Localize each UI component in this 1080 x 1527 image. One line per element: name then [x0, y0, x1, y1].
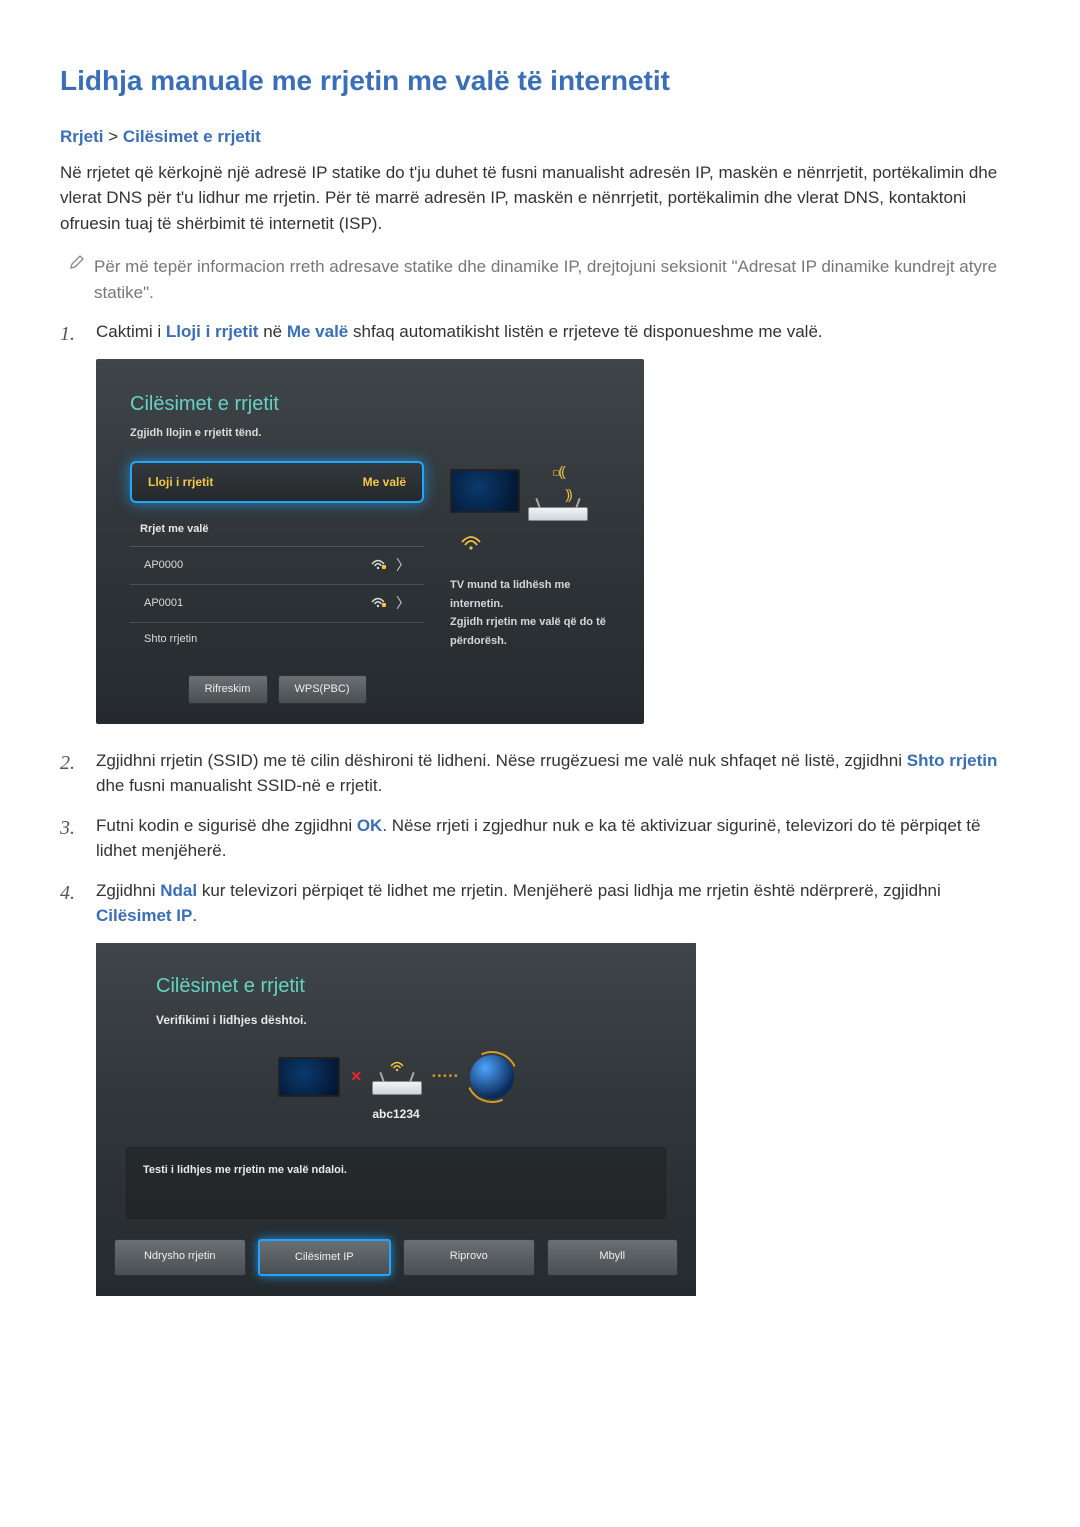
- intro-text: Në rrjetet që kërkojnë një adresë IP sta…: [60, 160, 1020, 237]
- router-icon: [528, 507, 588, 521]
- tv-subtitle: Zgjidh llojin e rrjetit tënd.: [130, 425, 610, 442]
- wifi-signal-right-icon: )): [565, 484, 570, 505]
- ap-name: AP0000: [144, 557, 183, 574]
- step-1: Caktimi i Lloji i rrjetit në Me valë shf…: [60, 319, 1020, 724]
- tv-screenshot-connection-failed: Cilësimet e rrjetit Verifikimi i lidhjes…: [96, 943, 696, 1296]
- tv-title: Cilësimet e rrjetit: [156, 971, 636, 1001]
- ssid-label: abc1234: [156, 1105, 636, 1123]
- breadcrumb-sep: >: [103, 127, 122, 146]
- breadcrumb: Rrjeti > Cilësimet e rrjetit: [60, 124, 1020, 150]
- help-text-1: TV mund ta lidhësh me internetin.: [450, 576, 610, 613]
- add-network[interactable]: Shto rrjetin: [130, 623, 424, 656]
- connection-diagram: ✕ •••••: [156, 1055, 636, 1099]
- status-message-box: Testi i lidhjes me rrjetin me valë ndalo…: [126, 1147, 666, 1220]
- network-type-selector[interactable]: Lloji i rrjetit Me valë: [130, 461, 424, 503]
- tv-subtitle: Verifikimi i lidhjes dështoi.: [156, 1011, 636, 1029]
- step-4: Zgjidhni Ndal kur televizori përpiqet të…: [60, 878, 1020, 1296]
- step-text: shfaq automatikisht listën e rrjeteve të…: [348, 322, 822, 341]
- wps-button[interactable]: WPS(PBC): [278, 675, 367, 704]
- step-text: Zgjidhni rrjetin (SSID) me të cilin dësh…: [96, 751, 907, 770]
- retry-button[interactable]: Riprovo: [403, 1239, 535, 1276]
- wifi-lock-icon: [370, 555, 386, 576]
- tv-icon: [278, 1057, 340, 1097]
- dots-icon: •••••: [432, 1069, 460, 1084]
- page-title: Lidhja manuale me rrjetin me valë të int…: [60, 60, 1020, 102]
- network-type-label: Lloji i rrjetit: [148, 473, 213, 491]
- note-row: Për më tepër informacion rreth adresave …: [60, 254, 1020, 305]
- step-text: .: [192, 906, 197, 925]
- change-network-button[interactable]: Ndrysho rrjetin: [114, 1239, 246, 1276]
- wifi-signal-left-icon: ꤀((: [552, 461, 564, 482]
- network-type-value: Me valë: [363, 473, 406, 491]
- wifi-lock-icon: [370, 593, 386, 614]
- chevron-right-icon: 〉: [396, 555, 410, 576]
- ap-list: AP0000 〉 AP0001: [130, 546, 424, 656]
- kw-network-type: Lloji i rrjetit: [166, 322, 259, 341]
- ip-settings-button[interactable]: Cilësimet IP: [258, 1239, 392, 1276]
- tv-icon: [450, 469, 520, 513]
- wireless-section-label: Rrjet me valë: [140, 521, 424, 538]
- help-text-2: Zgjidh rrjetin me valë që do të përdorës…: [450, 613, 610, 650]
- wifi-icon: [389, 1058, 405, 1078]
- note-text: Për më tepër informacion rreth adresave …: [94, 254, 1020, 305]
- wifi-waves-icon: [460, 531, 482, 558]
- kw-stop: Ndal: [160, 881, 197, 900]
- status-message: Testi i lidhjes me rrjetin me valë ndalo…: [143, 1164, 347, 1176]
- connection-diagram: ꤀(( )): [450, 461, 610, 558]
- step-text: Futni kodin e sigurisë dhe zgjidhni: [96, 816, 357, 835]
- breadcrumb-settings: Cilësimet e rrjetit: [123, 127, 261, 146]
- kw-wireless: Me valë: [287, 322, 348, 341]
- x-fail-icon: ✕: [350, 1066, 362, 1087]
- step-text: Caktimi i: [96, 322, 166, 341]
- breadcrumb-rrjeti: Rrjeti: [60, 127, 103, 146]
- refresh-button[interactable]: Rifreskim: [188, 675, 268, 704]
- step-text: në: [258, 322, 286, 341]
- ap-name: AP0001: [144, 595, 183, 612]
- tv-title: Cilësimet e rrjetit: [130, 389, 610, 419]
- step-text: Zgjidhni: [96, 881, 160, 900]
- step-2: Zgjidhni rrjetin (SSID) me të cilin dësh…: [60, 748, 1020, 799]
- ap-item[interactable]: AP0000 〉: [130, 547, 424, 585]
- step-text: kur televizori përpiqet të lidhet me rrj…: [197, 881, 941, 900]
- tv-screenshot-network-list: Cilësimet e rrjetit Zgjidh llojin e rrje…: [96, 359, 644, 724]
- step-3: Futni kodin e sigurisë dhe zgjidhni OK. …: [60, 813, 1020, 864]
- kw-ok: OK: [357, 816, 383, 835]
- router-icon: [372, 1081, 422, 1095]
- kw-add-network: Shto rrjetin: [907, 751, 998, 770]
- step-text: dhe fusni manualisht SSID-në e rrjetit.: [96, 776, 382, 795]
- chevron-right-icon: 〉: [396, 593, 410, 614]
- kw-ip-settings: Cilësimet IP: [96, 906, 192, 925]
- ap-item[interactable]: AP0001 〉: [130, 585, 424, 623]
- pencil-note-icon: [60, 254, 94, 305]
- globe-icon: [470, 1055, 514, 1099]
- close-button[interactable]: Mbyll: [547, 1239, 679, 1276]
